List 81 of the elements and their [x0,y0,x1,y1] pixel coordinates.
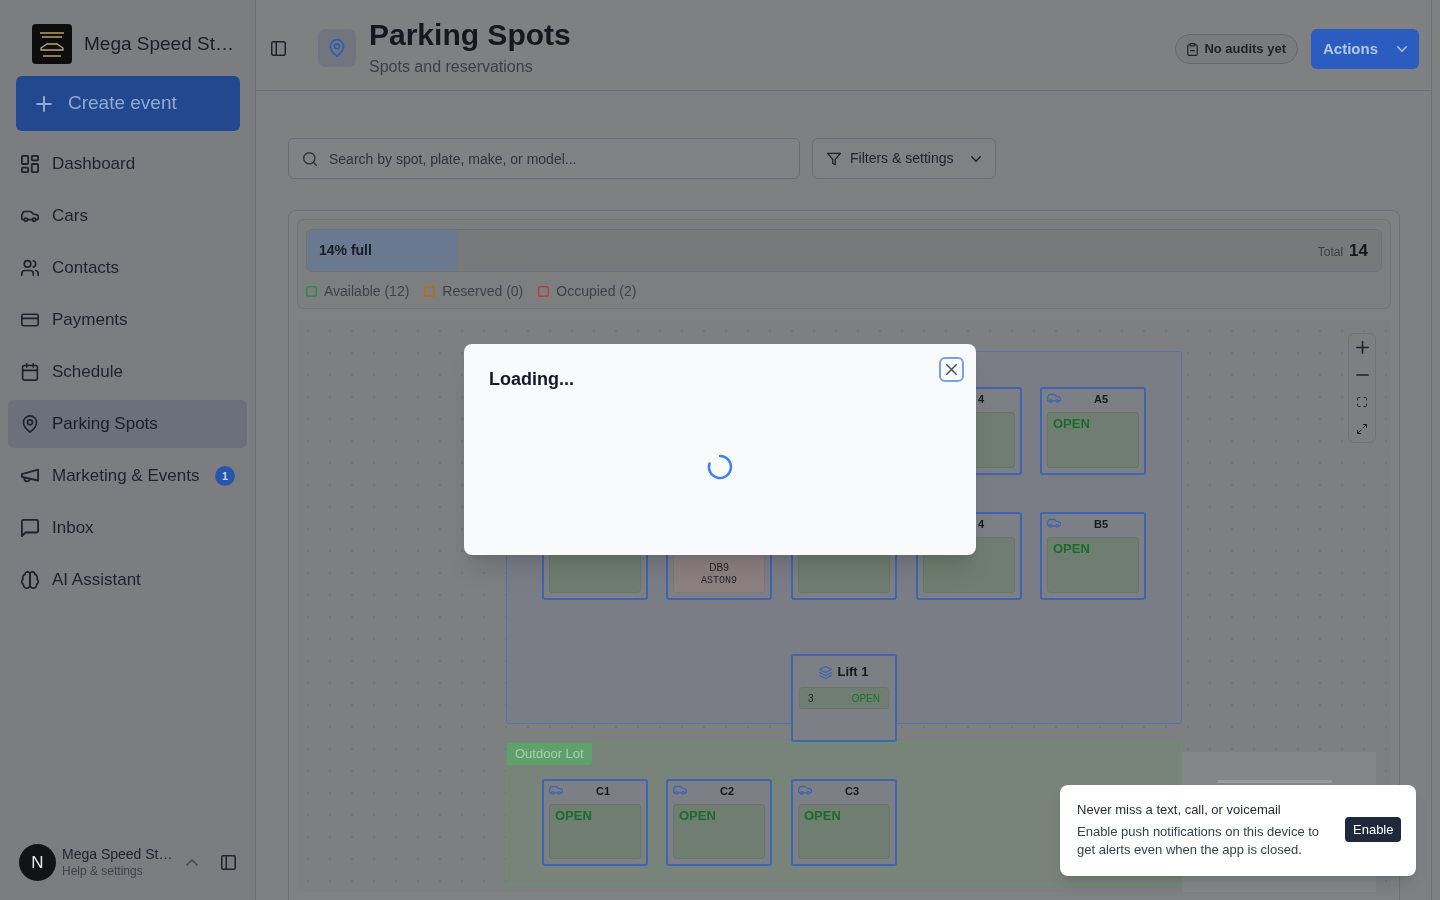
page-subtitle: Spots and reservations [369,57,534,77]
parking-spot[interactable]: A5 OPEN [1040,387,1146,475]
clipboard-icon [1187,42,1199,56]
account-name: Mega Speed St… [62,846,174,863]
spot-status: OPEN [555,808,592,824]
total-count: 14 [1349,239,1368,262]
megaphone-icon [21,467,39,485]
spot-status: OPEN [1053,416,1090,432]
filters-button[interactable]: Filters & settings [812,138,996,179]
panel-icon[interactable] [221,855,236,870]
chat-bubble-icon [21,519,39,537]
spot-status: OPEN [1053,541,1090,557]
legend-label: Available (12) [324,281,410,301]
parking-spot[interactable]: C1 OPEN [542,779,648,866]
sidebar-item[interactable]: Schedule [8,348,247,396]
calendar-icon [21,363,39,381]
spot-label: 4 [977,517,984,531]
parking-spot[interactable]: C2 OPEN [666,779,772,866]
slot-number: 3 [808,691,814,706]
zone-label: Outdoor Lot [507,743,592,765]
page-title: Parking Spots [369,17,571,53]
parking-spot[interactable]: C3 OPEN [791,779,897,866]
search-icon [303,152,317,166]
toast-title: Never miss a text, call, or voicemail [1077,801,1281,819]
spot-label: C1 [595,784,610,798]
map-pin-icon [21,415,39,433]
sidebar-item[interactable]: Cars [8,192,247,240]
sidebar-item[interactable]: AI Assistant [8,556,247,604]
license-plate: ASTON9 [701,574,737,587]
map-pin-icon [318,29,356,67]
sidebar-item[interactable]: Inbox [8,504,247,552]
spot-label: 4 [977,392,984,406]
brain-icon [21,571,39,589]
logo-icon [32,24,72,64]
spot-label: B5 [1093,517,1108,531]
zoom-in-icon[interactable] [1355,341,1369,354]
users-icon [21,259,39,277]
actions-button[interactable]: Actions [1311,29,1419,69]
car-model: DB9 [709,561,729,574]
spot-status: OPEN [679,808,716,824]
enable-button[interactable]: Enable [1345,817,1402,842]
sidebar-item[interactable]: Marketing & Events 1 [8,452,247,500]
search-field[interactable]: Search by spot, plate, make, or model... [288,138,800,179]
brand-name: Mega Speed St… [84,32,234,56]
chevron-down-icon [1397,46,1407,52]
spot-status: OPEN [804,808,841,824]
funnel-icon [827,151,841,166]
spot-label: C3 [844,784,859,798]
close-button[interactable] [939,357,964,382]
plus-icon [36,95,52,112]
spot-label: C2 [719,784,734,798]
total-label: Total [1317,243,1344,261]
zoom-out-icon[interactable] [1355,373,1369,376]
parking-spot[interactable]: B5 OPEN [1040,512,1146,600]
slot-status: OPEN [851,691,880,706]
sidebar-item[interactable]: Payments [8,296,247,344]
legend-label: Occupied (2) [556,281,637,301]
capacity-label: 14% full [319,241,372,260]
dialog-title: Loading... [489,368,574,390]
count-badge: 1 [215,466,235,486]
spot-label: A5 [1093,392,1108,406]
chevron-down-icon [971,155,981,162]
sidebar-item[interactable]: Dashboard [8,140,247,188]
spinner-icon [706,453,734,481]
frame-corners-icon[interactable] [1357,396,1367,407]
credit-card-icon [21,311,39,329]
dashboard-icon [21,155,39,173]
sidebar-item[interactable]: Contacts [8,244,247,292]
close-icon [946,364,957,375]
lift-spot[interactable]: Lift 1 3 OPEN [791,654,897,742]
audit-status-badge[interactable]: No audits yet [1175,34,1298,64]
lift-label: Lift 1 [837,664,869,680]
layers-icon [819,665,833,679]
legend-label: Reserved (0) [442,281,524,301]
avatar[interactable]: N [19,844,56,881]
sidebar-item[interactable]: Parking Spots [8,400,247,448]
expand-icon[interactable] [1357,423,1367,434]
account-subtitle: Help & settings [62,863,144,879]
sidebar-toggle-icon[interactable] [271,41,286,56]
toast-message: Enable push notifications on this device to get alerts even when the app is closed. [1077,823,1321,859]
create-event-button[interactable]: Create event [16,76,240,131]
